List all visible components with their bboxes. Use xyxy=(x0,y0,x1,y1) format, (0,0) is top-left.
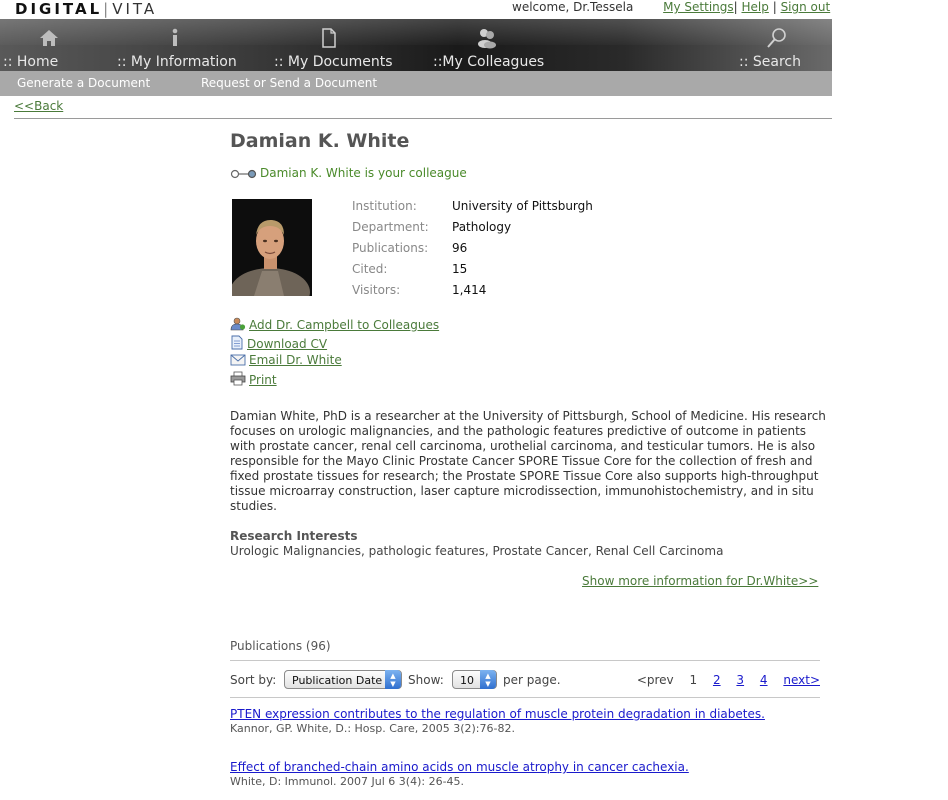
colleagues-icon xyxy=(478,29,496,49)
pager-page-4[interactable]: 4 xyxy=(760,673,768,687)
nav-my-information-label: :: My Information xyxy=(117,54,237,70)
colleague-status: Damian K. White is your colleague xyxy=(230,166,467,180)
publication-item: PTEN expression contributes to the regul… xyxy=(230,707,765,735)
biography: Damian White, PhD is a researcher at the… xyxy=(230,409,826,513)
info-icon xyxy=(172,28,178,46)
sort-select[interactable]: Publication Date ▲ ▼ xyxy=(284,670,402,689)
download-cv-link[interactable]: Download CV xyxy=(247,337,327,351)
research-interests-heading: Research Interests xyxy=(230,529,358,543)
detail-institution: Institution: University of Pittsburgh xyxy=(352,199,593,213)
detail-department: Department: Pathology xyxy=(352,220,512,234)
sub-navigation: Generate a Document Request or Send a Do… xyxy=(0,71,832,96)
logo-part1: DIGITAL xyxy=(15,0,103,18)
back-link[interactable]: <<Back xyxy=(14,99,63,113)
add-colleague-action: Add Dr. Campbell to Colleagues xyxy=(230,317,439,335)
welcome-text: welcome, Dr.Tessela xyxy=(512,0,634,14)
publication-citation: Kannor, GP. White, D.: Hosp. Care, 2005 … xyxy=(230,722,515,735)
detail-visitors: Visitors: 1,414 xyxy=(352,283,487,297)
profile-name: Damian K. White xyxy=(230,130,410,152)
per-page-label: per page. xyxy=(503,673,561,687)
sort-label: Sort by: xyxy=(230,673,277,687)
print-action: Print xyxy=(230,371,439,389)
my-settings-link[interactable]: My Settings xyxy=(663,0,734,14)
mail-icon xyxy=(230,354,246,366)
nav-search-label: :: Search xyxy=(739,54,801,70)
nav-my-documents[interactable]: :: My Documents xyxy=(270,19,410,71)
main-navigation: :: Home :: My Information :: My Document… xyxy=(0,19,832,71)
pager-next[interactable]: next> xyxy=(783,673,820,687)
pager-prev: <prev xyxy=(636,673,674,687)
publication-citation: White, D: Immunol. 2007 Jul 6 3(4): 26-4… xyxy=(230,775,465,788)
divider xyxy=(230,697,820,698)
site-logo[interactable]: DIGITAL|VITA xyxy=(15,0,157,18)
nav-my-colleagues-label: ::My Colleagues xyxy=(433,54,545,70)
detail-publications: Publications: 96 xyxy=(352,241,468,255)
select-arrows-icon: ▲ ▼ xyxy=(385,670,401,689)
nav-my-colleagues[interactable]: ::My Colleagues xyxy=(428,19,558,71)
divider xyxy=(230,660,820,661)
profile-photo xyxy=(232,199,312,296)
nav-search[interactable]: :: Search xyxy=(734,19,824,71)
show-label: Show: xyxy=(408,673,444,687)
logo-separator: | xyxy=(103,0,112,18)
nav-my-documents-label: :: My Documents xyxy=(274,54,393,70)
add-user-icon xyxy=(230,317,246,331)
email-action: Email Dr. White xyxy=(230,353,439,371)
colleague-status-text: Damian K. White is your colleague xyxy=(260,166,467,180)
connection-icon xyxy=(230,169,257,178)
pager-page-3[interactable]: 3 xyxy=(736,673,744,687)
document-icon xyxy=(322,28,336,48)
user-toolbar: welcome, Dr.Tessela My Settings| Help | … xyxy=(512,0,831,14)
nav-home-label: :: Home xyxy=(3,54,59,70)
publication-title-link[interactable]: Effect of branched-chain amino acids on … xyxy=(230,760,689,774)
download-cv-action: Download CV xyxy=(230,335,439,353)
pager-page-2[interactable]: 2 xyxy=(713,673,721,687)
help-link[interactable]: Help xyxy=(742,0,769,14)
profile-actions: Add Dr. Campbell to Colleagues Download … xyxy=(230,317,439,389)
print-link[interactable]: Print xyxy=(249,373,277,387)
show-more-link[interactable]: Show more information for Dr.White>> xyxy=(582,574,818,588)
publications-heading: Publications (96) xyxy=(230,639,331,653)
profile-details: Institution: University of Pittsburgh Dep… xyxy=(352,199,593,304)
nav-home[interactable]: :: Home xyxy=(0,19,90,71)
page-size-select[interactable]: 10 ▲ ▼ xyxy=(452,670,497,689)
divider xyxy=(14,118,832,119)
document-icon xyxy=(231,335,243,350)
publication-item: Effect of branched-chain amino acids on … xyxy=(230,760,689,788)
generate-document-link[interactable]: Generate a Document xyxy=(17,76,150,90)
logo-part2: VITA xyxy=(112,0,158,18)
printer-icon xyxy=(230,371,246,386)
research-interests-value: Urologic Malignancies, pathologic featur… xyxy=(230,544,724,558)
pager-current: 1 xyxy=(689,673,698,687)
detail-cited: Cited: 15 xyxy=(352,262,468,276)
add-colleague-link[interactable]: Add Dr. Campbell to Colleagues xyxy=(249,318,439,332)
home-icon xyxy=(40,30,58,46)
request-send-document-link[interactable]: Request or Send a Document xyxy=(201,76,377,90)
publications-controls: Sort by: Publication Date ▲ ▼ Show: 10 ▲ ▼… xyxy=(230,670,820,690)
email-link[interactable]: Email Dr. White xyxy=(249,353,342,367)
pagination: <prev 1 2 3 4 next> xyxy=(625,673,820,687)
publication-title-link[interactable]: PTEN expression contributes to the regul… xyxy=(230,707,765,721)
nav-my-information[interactable]: :: My Information xyxy=(110,19,250,71)
sign-out-link[interactable]: Sign out xyxy=(781,0,831,14)
select-arrows-icon: ▲ ▼ xyxy=(480,670,496,689)
search-icon xyxy=(767,28,786,48)
